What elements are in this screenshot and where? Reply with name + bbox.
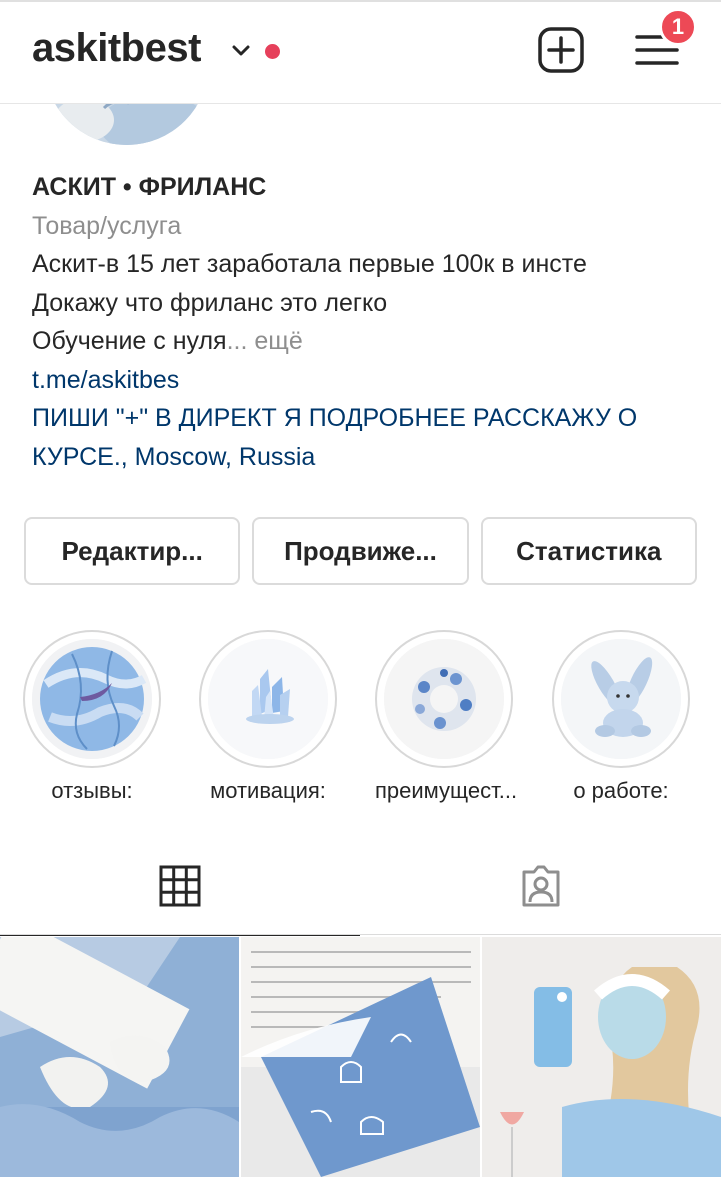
bio-truncated-text: Обучение с нуля [32, 327, 227, 355]
highlight-advantages[interactable]: преимущест... [375, 630, 518, 804]
tab-posts-grid[interactable] [0, 838, 360, 936]
bio-line: Докажу что фриланс это легко [32, 288, 388, 317]
highlight-label: отзывы: [51, 778, 133, 803]
unread-dot [265, 44, 280, 59]
notification-badge: 1 [659, 8, 697, 46]
highlight-ring [199, 630, 337, 768]
highlight-reviews[interactable]: отзывы: [23, 630, 161, 804]
highlight-ring [375, 630, 513, 768]
profile-name: АСКИТ • ФРИЛАНС [32, 173, 267, 201]
profile-actions: Редактир... Продвиже... Статистика [24, 517, 697, 585]
account-username[interactable]: askitbest [32, 26, 201, 71]
highlight-ring [552, 630, 690, 768]
plush-bunny-icon [561, 639, 681, 759]
profile-category: Товар/услуга [32, 211, 182, 240]
highlight-motivation[interactable]: мотивация: [199, 630, 337, 804]
top-divider [0, 0, 721, 2]
tab-tagged[interactable] [361, 838, 721, 934]
top-bar: askitbest 1 [0, 0, 721, 104]
profile-bio: АСКИТ • ФРИЛАНС Товар/услуга Аскит-в 15 … [32, 168, 702, 476]
highlight-label: о работе: [573, 778, 669, 803]
scrunchie-icon [384, 639, 504, 759]
post-thumbnail[interactable] [241, 937, 480, 1177]
grid-icon [159, 865, 201, 907]
edit-profile-button[interactable]: Редактир... [24, 517, 241, 585]
post-thumbnail[interactable] [482, 937, 721, 1177]
highlight-label: преимущест... [375, 778, 518, 803]
highlight-about-work[interactable]: о работе: [552, 630, 690, 804]
posts-grid [0, 937, 721, 1177]
profile-tabs [0, 838, 721, 936]
post-thumbnail[interactable] [0, 937, 239, 1177]
bio-line: Аскит-в 15 лет заработала первые 100к в … [32, 250, 587, 278]
highlight-label: мотивация: [210, 778, 326, 803]
new-post-icon[interactable] [536, 25, 586, 75]
crystal-icon [208, 639, 328, 759]
bio-line-truncated: Обучение с нуля... ещё [32, 322, 702, 361]
profile-website-link[interactable]: t.me/askitbes [32, 361, 702, 400]
chevron-down-icon[interactable] [230, 40, 252, 62]
basketball-icon [32, 639, 152, 759]
tabs-divider [0, 934, 721, 935]
promote-button[interactable]: Продвиже... [252, 517, 469, 585]
profile-address-link[interactable]: ПИШИ "+" В ДИРЕКТ Я ПОДРОБНЕЕ РАССКАЖУ О… [32, 399, 702, 476]
statistics-button[interactable]: Статистика [480, 517, 697, 585]
tagged-person-icon [522, 865, 560, 907]
highlight-ring [23, 630, 161, 768]
more-link[interactable]: ... ещё [227, 327, 303, 355]
